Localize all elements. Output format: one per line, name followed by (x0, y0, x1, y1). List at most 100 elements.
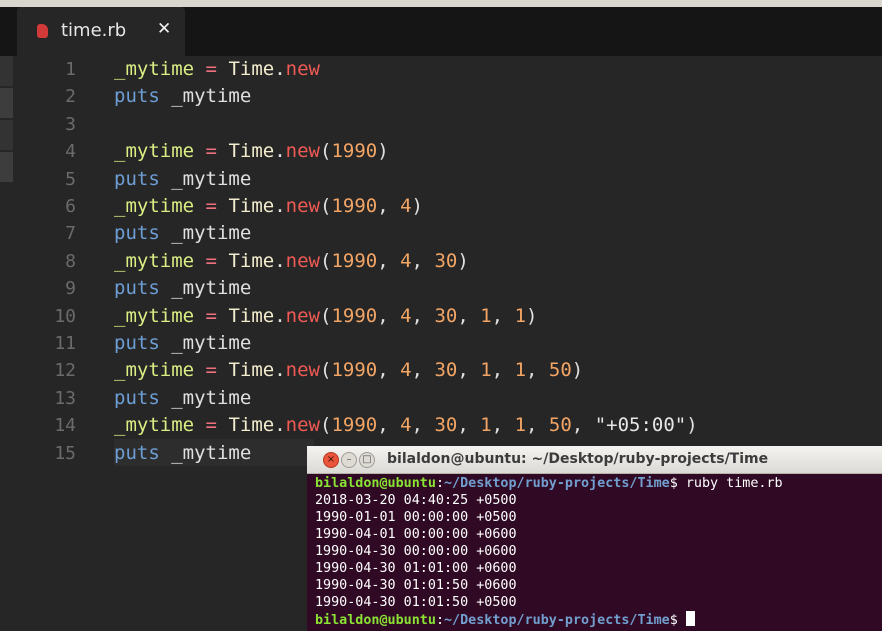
code-token: new (285, 249, 320, 272)
command-line: bilaldon@ubuntu:~/Desktop/ruby-projects/… (315, 475, 783, 492)
code-line[interactable]: _mytime = Time.new(1990) (114, 138, 389, 165)
prompt-path: ~/Desktop/ruby-projects/Time (444, 613, 670, 628)
code-token: , (571, 414, 595, 437)
code-token: , (457, 304, 481, 327)
code-token: 30 (434, 249, 458, 272)
code-token: ) (571, 359, 584, 382)
close-window-icon[interactable]: × (323, 452, 339, 468)
terminal-title: bilaldon@ubuntu: ~/Desktop/ruby-projects… (387, 451, 769, 467)
code-token: ) (377, 140, 389, 163)
code-token: _mytime (114, 249, 195, 272)
code-token: ) (686, 414, 698, 437)
code-token: 30 (434, 414, 458, 437)
code-token: , (377, 359, 401, 382)
line-number: 11 (54, 333, 76, 354)
code-line[interactable]: _mytime = Time.new(1990, 4, 30, 1, 1) (114, 303, 537, 330)
code-line[interactable]: puts _mytime (114, 275, 251, 302)
code-token: = (205, 414, 217, 437)
code-token: Time (228, 359, 275, 382)
line-number: 3 (65, 113, 76, 135)
prompt-separator: : (435, 476, 444, 491)
code-token: _mytime (114, 58, 195, 80)
code-line[interactable]: puts _mytime (114, 385, 251, 412)
prompt-user: bilaldon@ubuntu (315, 613, 436, 628)
line-number: 12 (54, 360, 76, 382)
tab-time-rb[interactable]: time.rb ✕ (17, 7, 185, 56)
code-token: new (285, 359, 320, 382)
active-prompt-line[interactable]: bilaldon@ubuntu:~/Desktop/ruby-projects/… (315, 611, 783, 628)
tab-title: time.rb (61, 20, 127, 41)
code-token: , (491, 304, 515, 327)
prompt-separator: : (435, 613, 444, 628)
code-token: , (491, 414, 515, 437)
code-line[interactable]: puts _mytime (114, 440, 251, 467)
code-line[interactable]: puts _mytime (114, 330, 251, 357)
line-number: 10 (54, 305, 76, 327)
code-token: 30 (434, 359, 458, 382)
left-rail (0, 56, 13, 186)
code-line[interactable]: _mytime = Time.new(1990, 4, 30, 1, 1, 50… (114, 412, 698, 439)
code-line[interactable]: puts _mytime (114, 220, 251, 247)
code-token: 1990 (331, 195, 378, 217)
code-token: 1 (480, 359, 492, 382)
code-token: 1990 (331, 414, 378, 437)
code-line[interactable]: puts _mytime (114, 83, 251, 110)
line-number: 7 (65, 223, 76, 245)
ruby-file-icon (37, 24, 48, 38)
code-line[interactable]: _mytime = Time.new(1990, 4, 30, 1, 1, 50… (114, 357, 583, 384)
code-token: Time (228, 304, 275, 327)
code-token: ( (319, 359, 332, 382)
text-cursor (685, 611, 695, 626)
code-token: _mytime (159, 332, 252, 354)
terminal-window[interactable]: × – □ bilaldon@ubuntu: ~/Desktop/ruby-pr… (307, 446, 882, 631)
code-token: = (205, 304, 217, 327)
code-token: Time (228, 58, 275, 80)
line-number: 6 (65, 196, 76, 217)
output-line: 2018-03-20 04:40:25 +0500 (315, 493, 517, 508)
code-token: , (377, 195, 401, 217)
minimize-window-icon[interactable]: – (341, 452, 357, 468)
code-token: . (274, 140, 286, 163)
line-number: 2 (65, 86, 76, 108)
code-line[interactable]: _mytime = Time.new (114, 56, 320, 83)
line-number: 13 (54, 387, 76, 409)
line-number: 5 (65, 168, 76, 190)
terminal-titlebar[interactable]: × – □ bilaldon@ubuntu: ~/Desktop/ruby-pr… (307, 446, 882, 474)
code-token: _mytime (114, 414, 195, 437)
code-token: 1 (514, 414, 527, 437)
line-number: 1 (65, 59, 76, 80)
line-number: 14 (54, 415, 76, 437)
code-token: new (285, 414, 320, 437)
window-top-edge (0, 0, 882, 7)
tab-close-icon[interactable]: ✕ (157, 19, 171, 39)
code-token: ) (457, 249, 469, 272)
code-token: _mytime (159, 222, 252, 245)
code-token: 4 (400, 195, 412, 217)
code-token: _mytime (114, 304, 195, 327)
code-token: new (285, 140, 320, 163)
code-token: puts (114, 222, 160, 245)
code-token: , (411, 249, 435, 272)
code-token: , (457, 359, 481, 382)
code-token: puts (114, 332, 160, 354)
code-token: _mytime (159, 386, 252, 409)
code-token: , (457, 414, 481, 437)
maximize-window-icon[interactable]: □ (359, 452, 375, 468)
code-line[interactable]: _mytime = Time.new(1990, 4, 30) (114, 248, 469, 275)
terminal-output[interactable]: bilaldon@ubuntu:~/Desktop/ruby-projects/… (315, 475, 783, 628)
code-token: 1990 (331, 359, 378, 382)
code-token: 1 (514, 359, 527, 382)
code-token: puts (114, 277, 160, 300)
output-line: 1990-04-30 00:00:00 +0600 (315, 544, 517, 559)
code-line[interactable]: _mytime = Time.new(1990, 4) (114, 193, 423, 220)
code-line[interactable]: puts _mytime (114, 166, 251, 193)
code-token: 4 (400, 414, 412, 437)
code-token: , (491, 359, 515, 382)
